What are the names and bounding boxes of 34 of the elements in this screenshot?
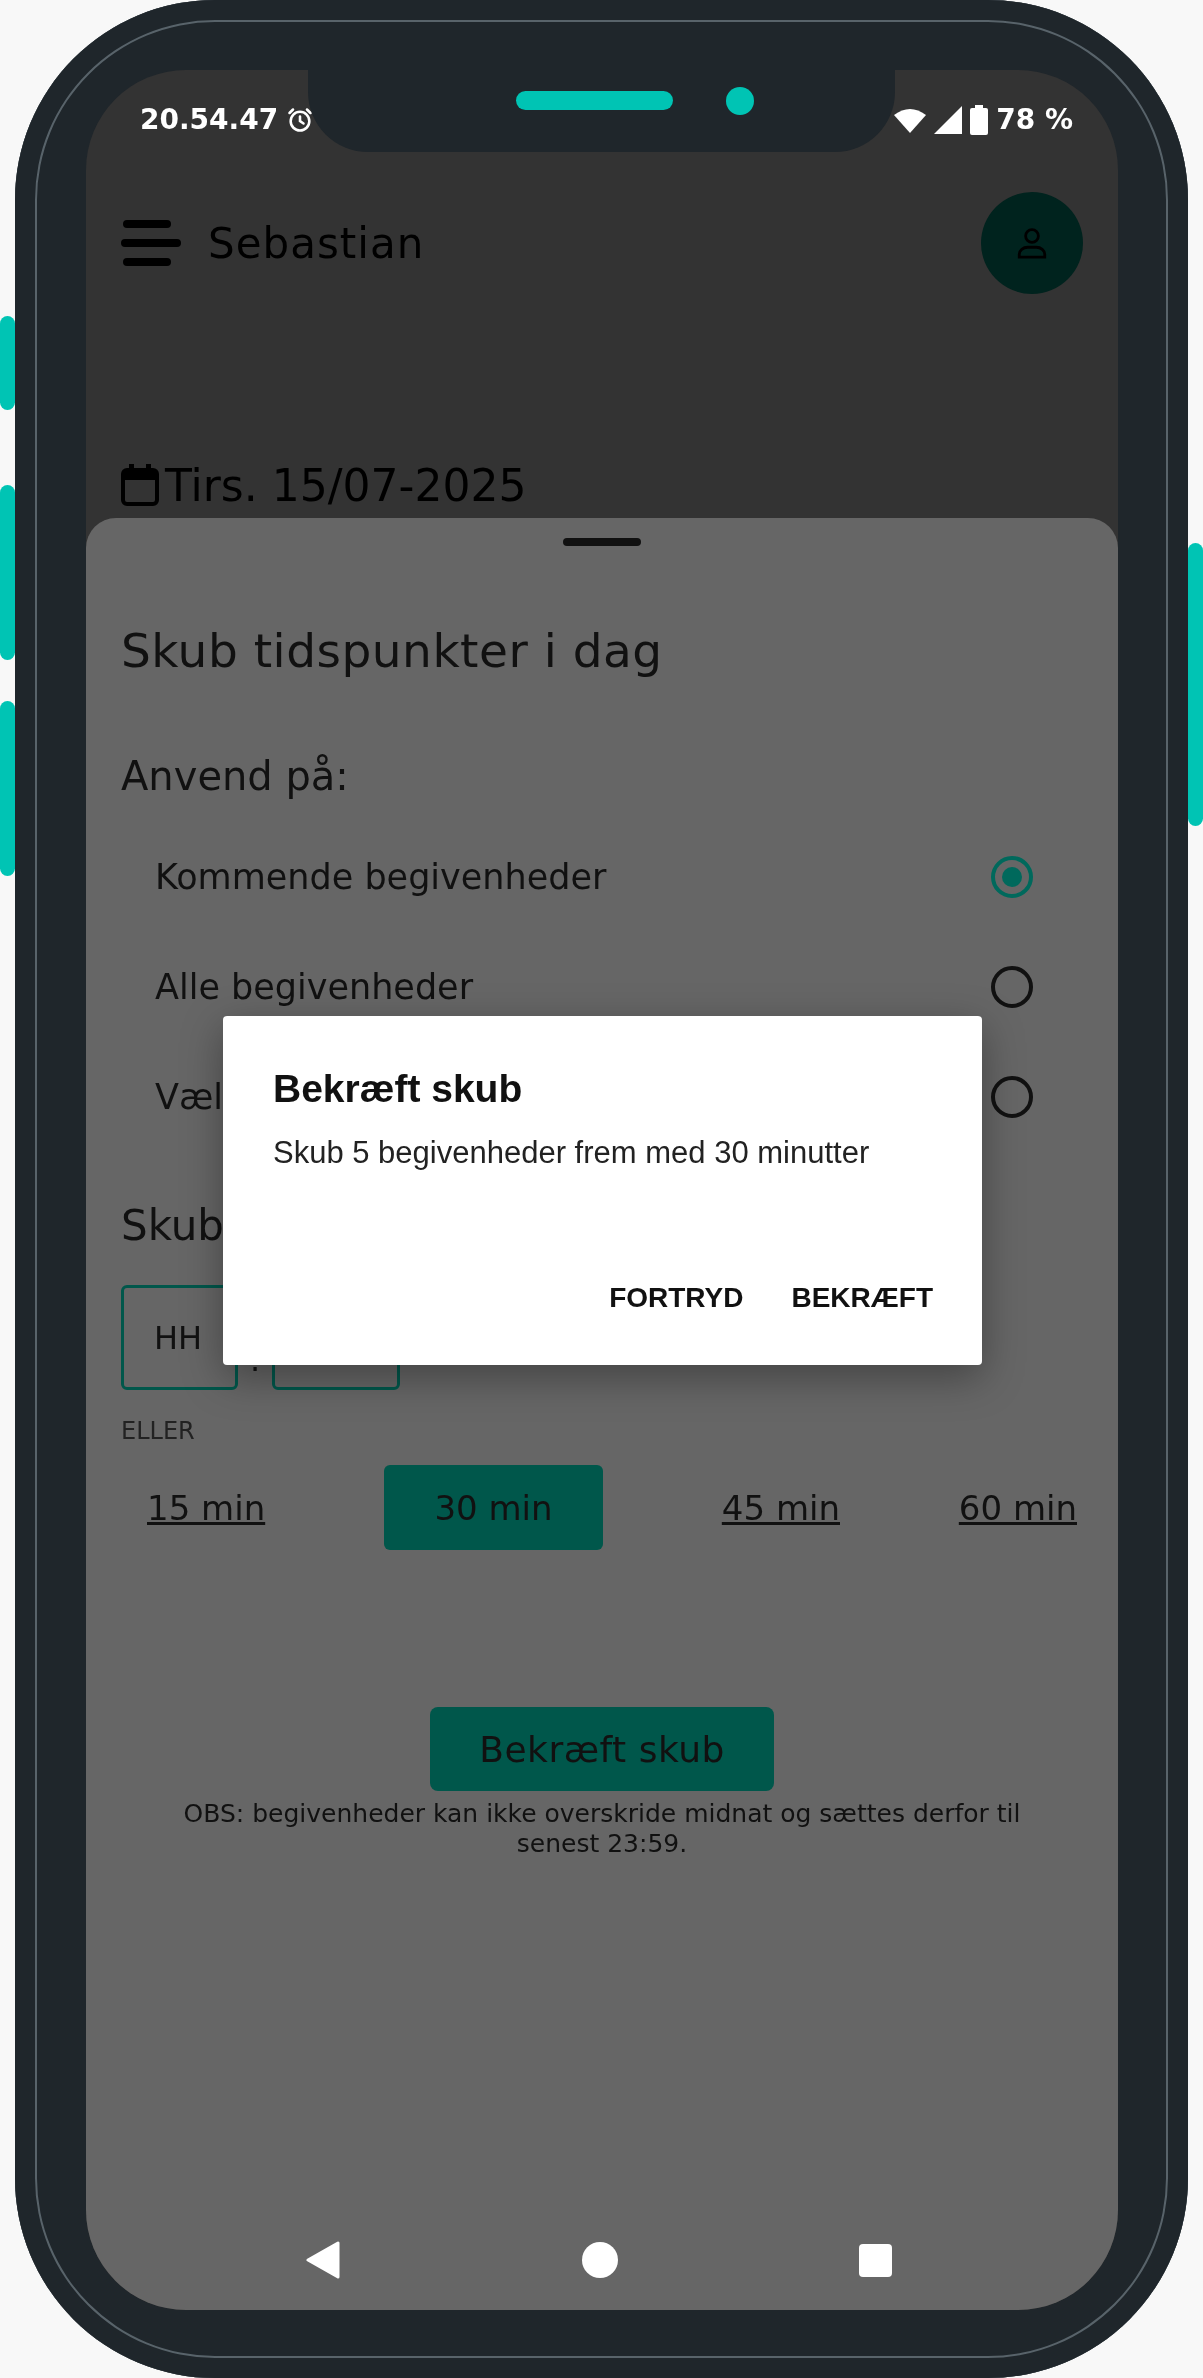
dialog-message: Skub 5 begivenheder frem med 30 minutter [273, 1134, 871, 1172]
confirm-button[interactable]: BEKRÆFT [777, 1272, 947, 1324]
back-icon[interactable] [306, 2241, 340, 2279]
section-label: Skub [121, 1201, 225, 1251]
time-separator: . [250, 1340, 261, 1381]
confirm-button[interactable]: Bekræft skub [430, 1707, 774, 1791]
hours-field[interactable]: HH [121, 1285, 238, 1390]
battery-level: 78 % [996, 103, 1073, 136]
person-icon [1015, 226, 1049, 260]
drag-handle[interactable] [563, 538, 641, 546]
battery-icon [970, 104, 989, 135]
or-label: ELLER [121, 1416, 196, 1446]
radio-button[interactable] [990, 855, 1034, 899]
option-label: Kommende begivenheder [155, 857, 607, 897]
sheet-title: Skub tidspunkter i dag [121, 622, 664, 680]
radio-button[interactable] [990, 965, 1034, 1009]
preset-link[interactable]: 15 min [147, 1487, 266, 1528]
note-text: OBS: begivenheder kan ikke overskride midnat og sættes derfor til senest 23:59. [182, 1799, 1022, 1859]
option-label: Væl [155, 1077, 224, 1117]
calendar-icon [121, 464, 159, 506]
home-icon[interactable] [582, 2242, 618, 2278]
camera-lens [726, 87, 754, 115]
radio-button[interactable] [990, 1075, 1034, 1119]
cancel-button[interactable]: FORTRYD [595, 1272, 758, 1324]
signal-icon [934, 105, 963, 134]
status-time: 20.54.47 [140, 103, 279, 136]
preset-link[interactable]: 45 min [721, 1487, 840, 1528]
dialog-title: Bekræft skub [273, 1066, 524, 1112]
preset-link[interactable]: 60 min [958, 1487, 1077, 1528]
preset-button[interactable]: 30 min [384, 1465, 603, 1550]
option-label: Alle begivenheder [155, 967, 474, 1007]
section-label: Anvend på: [121, 752, 350, 801]
recents-icon[interactable] [859, 2243, 892, 2277]
wifi-icon [894, 106, 927, 133]
